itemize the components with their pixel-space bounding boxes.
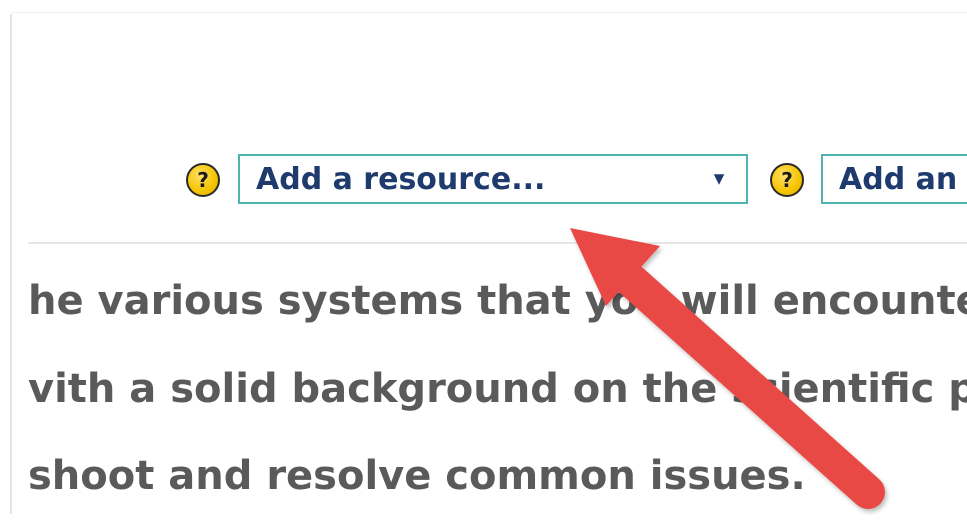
add-resource-select-value: Add a resource...: [256, 161, 546, 197]
chevron-down-icon: ▼: [710, 168, 728, 189]
section-divider: [28, 242, 967, 244]
frame-left-edge: [10, 14, 12, 514]
page: ? Add a resource... ▼ ? Add an he variou…: [0, 0, 967, 521]
add-activity-select[interactable]: Add an: [821, 154, 967, 204]
body-text-line: vith a solid background on the scientifi…: [28, 366, 967, 412]
add-activity-select-value: Add an: [839, 161, 958, 197]
body-text-line: shoot and resolve common issues.: [28, 453, 806, 499]
add-resource-select[interactable]: Add a resource... ▼: [238, 154, 748, 204]
frame-top-edge: [10, 12, 967, 13]
annotation-arrow-icon: [570, 228, 885, 509]
help-icon[interactable]: ?: [186, 163, 220, 197]
body-text-line: he various systems that you will encount…: [28, 278, 967, 324]
help-icon-secondary[interactable]: ?: [770, 163, 804, 197]
